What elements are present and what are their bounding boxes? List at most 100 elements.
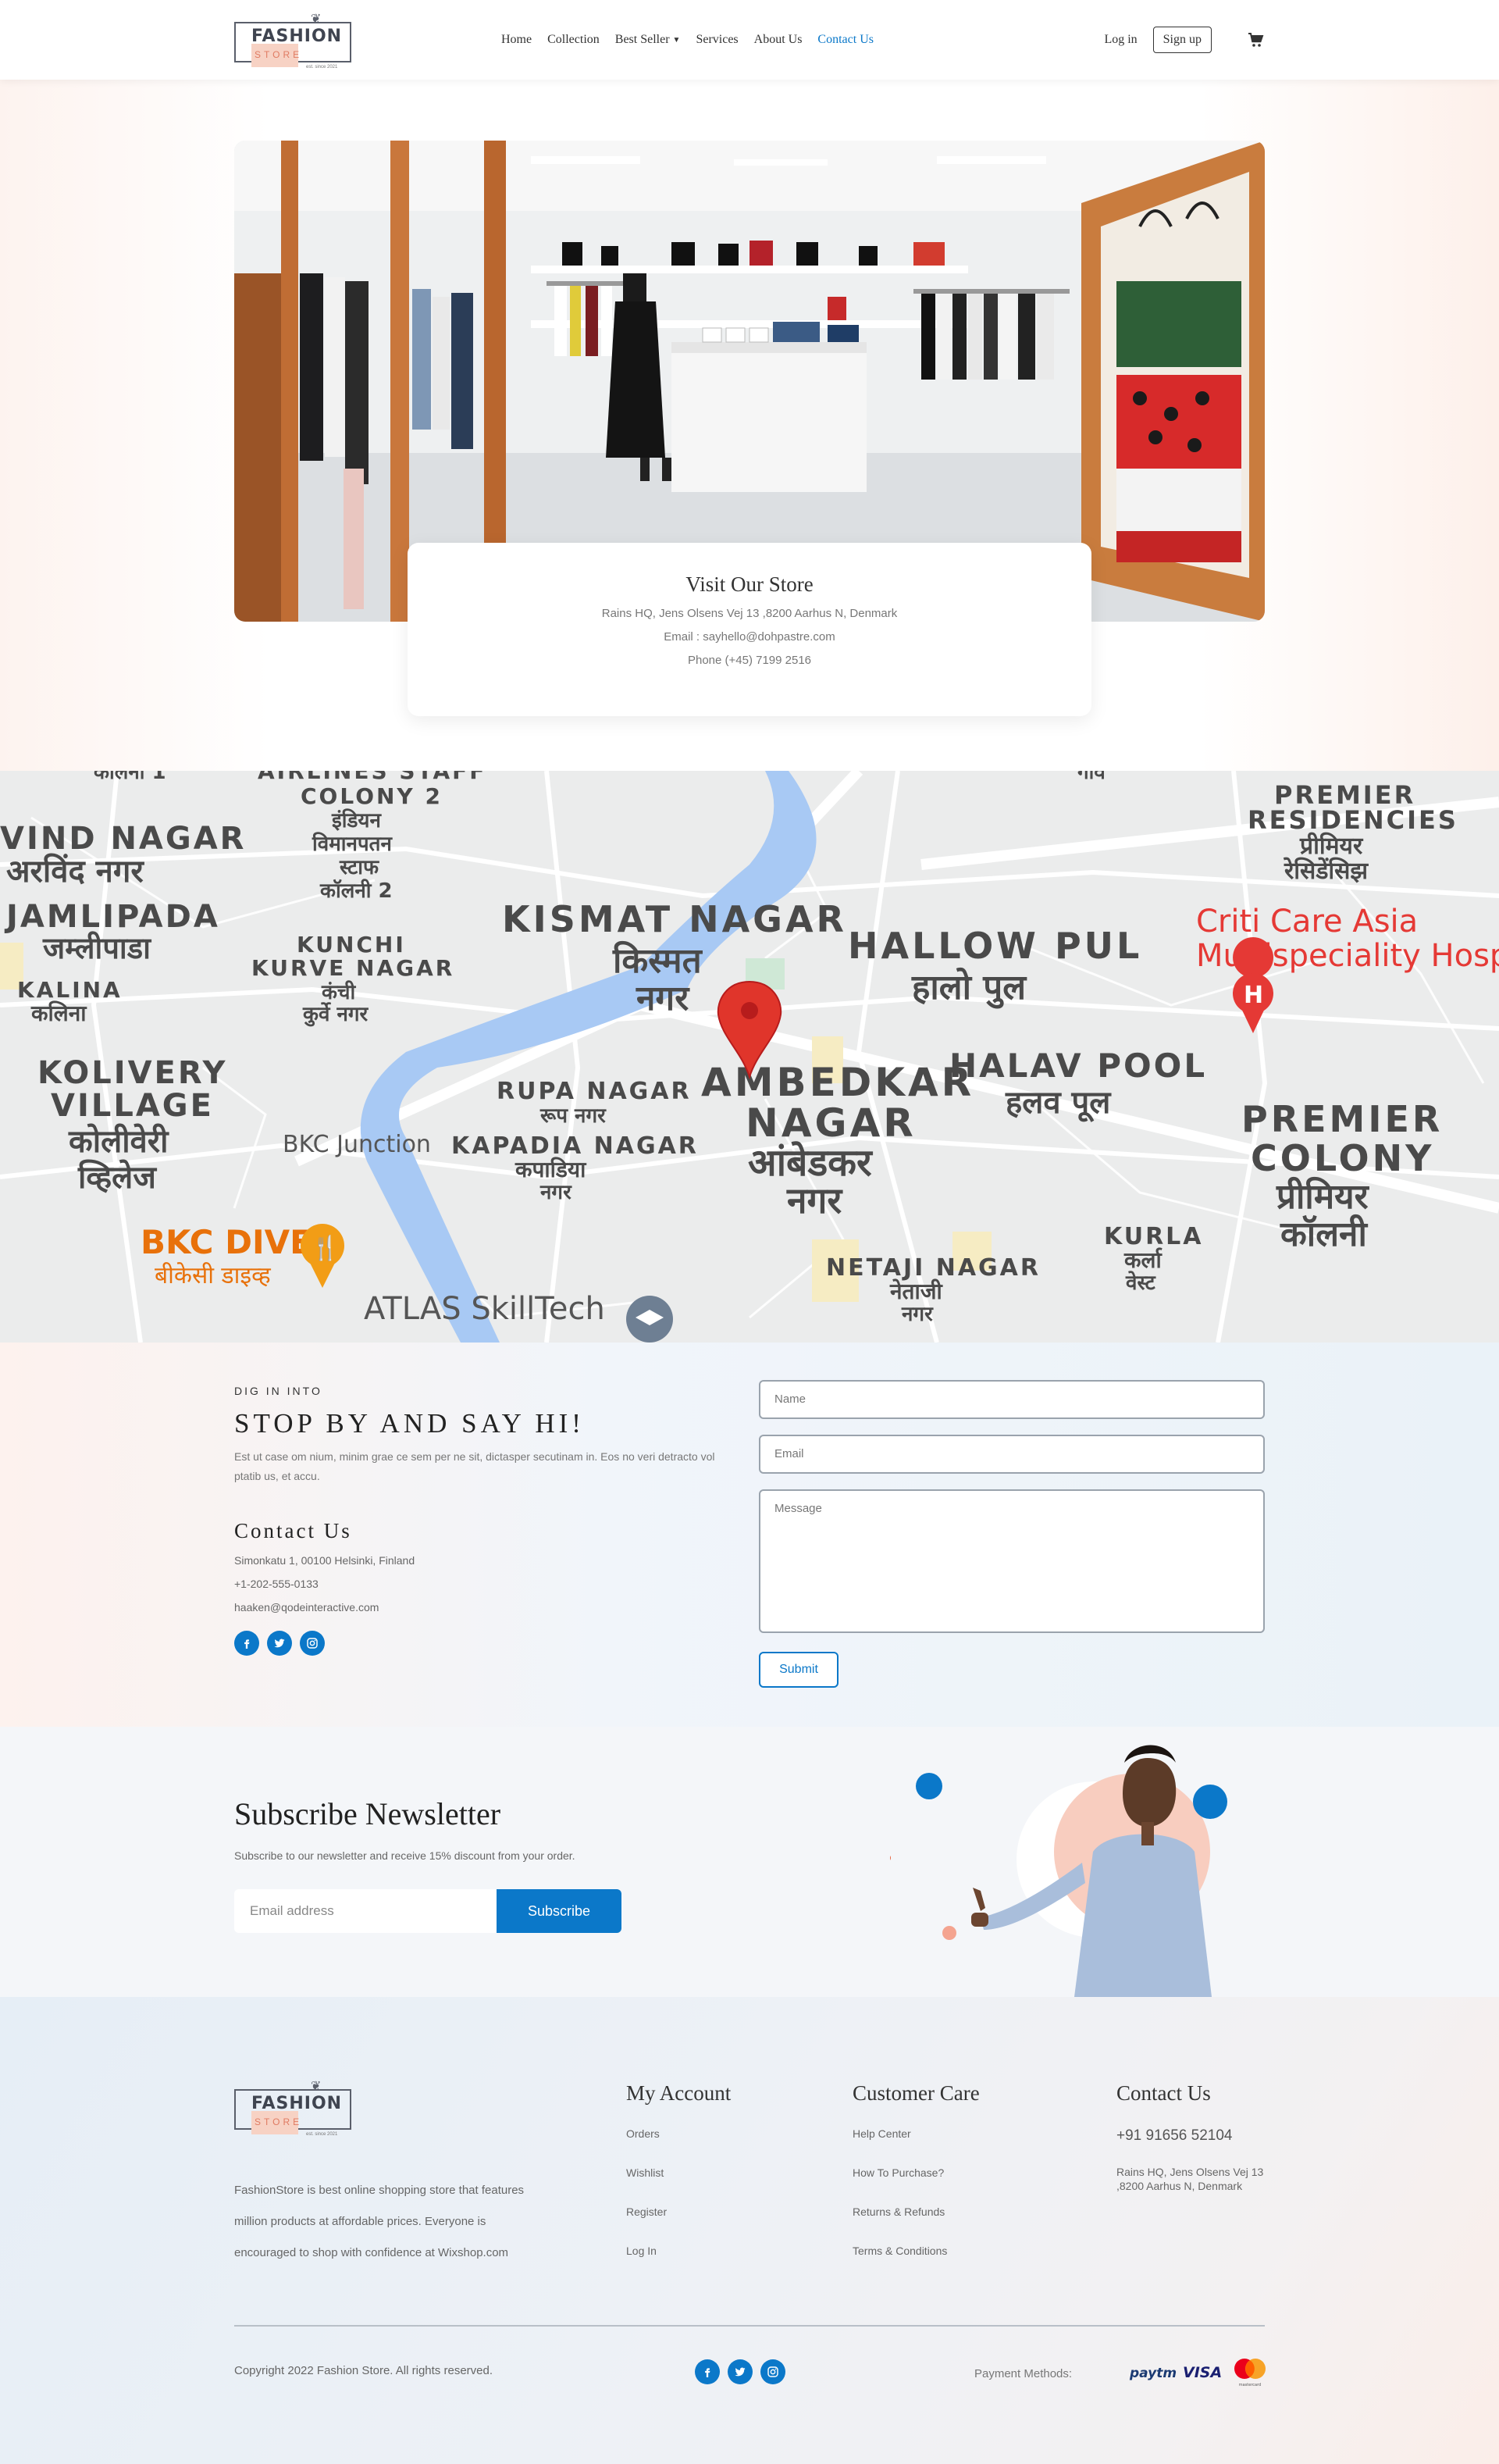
store-phone: Phone (+45) 7199 2516	[687, 654, 812, 667]
map-label-kunchi2: KURVE NAGAR	[251, 955, 454, 981]
footer-link-how-to-purchase[interactable]: How To Purchase?	[853, 2166, 980, 2179]
map-label-kalina-hi: कलिना	[30, 1000, 87, 1026]
map-label-premier-res2: RESIDENCIES	[1248, 805, 1458, 835]
footer-link-login[interactable]: Log In	[626, 2245, 731, 2257]
visit-store-card: Visit Our Store Rains HQ, Jens Olsens Ve…	[408, 543, 1091, 716]
nav-collection[interactable]: Collection	[547, 33, 600, 47]
logo-word: FASHION	[251, 27, 343, 46]
map-label-kalina: KALINA	[17, 977, 123, 1003]
logo-tagline: est. since 2021	[306, 2132, 338, 2137]
twitter-icon[interactable]	[728, 2359, 753, 2384]
school-icon[interactable]	[626, 1296, 673, 1343]
facebook-icon[interactable]	[234, 1631, 259, 1656]
map-label-rupa: RUPA NAGAR	[497, 1078, 692, 1105]
footer-divider	[234, 2325, 1265, 2327]
footer-link-returns[interactable]: Returns & Refunds	[853, 2205, 980, 2218]
footer-logo[interactable]: ❦ FASHION STORE est. since 2021	[234, 2075, 353, 2139]
contact-form: Name Email Message Submit	[759, 1380, 1265, 1688]
visit-store-section: Visit Our Store Rains HQ, Jens Olsens Ve…	[0, 80, 1499, 771]
instagram-icon[interactable]	[760, 2359, 785, 2384]
submit-button[interactable]: Submit	[759, 1652, 839, 1688]
map-label-kismat: KISMAT NAGAR	[502, 898, 847, 940]
map-label-kismat-hi2: नगर	[636, 979, 690, 1018]
newsletter-email-input[interactable]: Email address	[234, 1889, 497, 1933]
contact-heading: Contact Us	[234, 1519, 352, 1542]
nav-about[interactable]: About Us	[754, 33, 803, 47]
nav-home[interactable]: Home	[501, 33, 532, 47]
mastercard-logo: mastercard	[1234, 2359, 1266, 2387]
visa-logo: VISA	[1183, 2364, 1223, 2381]
store-address: Rains HQ, Jens Olsens Vej 13 ,8200 Aarhu…	[601, 607, 898, 620]
signup-button[interactable]: Sign up	[1152, 27, 1212, 53]
newsletter-illustration	[890, 1745, 1227, 1997]
map-label-netaji-hi2: नगर	[901, 1303, 934, 1326]
copyright: Copyright 2022 Fashion Store. All rights…	[234, 2364, 493, 2377]
nav-contact[interactable]: Contact Us	[817, 33, 874, 47]
caret-down-icon: ▼	[672, 35, 681, 45]
map-label-vind-hi: अरविंद नगर	[6, 853, 144, 890]
map-label-halav-hi: हलव पूल	[1005, 1085, 1112, 1122]
footer-contact: Contact Us +91 91656 52104 Rains HQ, Jen…	[1116, 2081, 1273, 2193]
logo-subword: STORE	[255, 49, 303, 60]
logo-tagline: est. since 2021	[306, 65, 338, 70]
footer-link-terms[interactable]: Terms & Conditions	[853, 2245, 980, 2257]
brand-logo[interactable]: ❦ FASHION STORE est. since 2021	[234, 8, 353, 72]
map-label-kurla-hi2: वेस्ट	[1125, 1271, 1156, 1295]
map-label-kapadia-hi1: कपाडिया	[515, 1157, 587, 1182]
contact-phone: +1-202-555-0133	[234, 1578, 319, 1590]
map-label-premier-res-hi2: रेसिडेंसिझ	[1283, 857, 1369, 885]
map-label-jamli: JAMLIPADA	[4, 899, 220, 935]
footer-link-wishlist[interactable]: Wishlist	[626, 2166, 731, 2179]
newsletter-form: Email address Subscribe	[234, 1889, 621, 1933]
login-link[interactable]: Log in	[1104, 33, 1137, 47]
subscribe-button[interactable]: Subscribe	[497, 1889, 621, 1933]
contact-section: DIG IN INTO STOP BY AND SAY HI! Est ut c…	[0, 1343, 1499, 1727]
map-label-premier-res-hi1: प्रीमियर	[1299, 832, 1364, 860]
twitter-icon[interactable]	[267, 1631, 292, 1656]
map-label-kunchi1: KUNCHI	[297, 932, 406, 957]
cart-icon[interactable]	[1246, 30, 1265, 49]
contact-info: DIG IN INTO STOP BY AND SAY HI! Est ut c…	[234, 1385, 718, 1656]
newsletter-title: Subscribe Newsletter	[234, 1796, 501, 1831]
map-label-kolivery-hi2: व्हिलेज	[77, 1159, 157, 1196]
instagram-icon[interactable]	[300, 1631, 325, 1656]
name-field[interactable]: Name	[759, 1380, 1265, 1419]
email-field[interactable]: Email	[759, 1435, 1265, 1474]
main-nav: Home Collection Best Seller ▼ Services Ab…	[501, 33, 889, 47]
message-field[interactable]: Message	[759, 1489, 1265, 1633]
nav-best-seller[interactable]: Best Seller ▼	[615, 33, 681, 47]
nav-services[interactable]: Services	[696, 33, 738, 47]
footer-customer-care-title: Customer Care	[853, 2081, 980, 2105]
contact-description: Est ut case om nium, minim grae ce sem p…	[234, 1450, 715, 1482]
map-label-kapadia-hi2: नगर	[539, 1181, 572, 1204]
map-label-kurla: KURLA	[1104, 1223, 1204, 1250]
map-label-ambedkar-hi2: नगर	[786, 1179, 843, 1221]
header-actions: Log in Sign up	[1104, 27, 1265, 53]
map-label-top-mid: गाव	[1077, 771, 1106, 784]
map-label-bkc-junction: BKC Junction	[283, 1131, 431, 1158]
map-label-ambedkar2: NAGAR	[746, 1100, 917, 1146]
paytm-logo: paytm	[1130, 2366, 1177, 2381]
footer-my-account: My Account Orders Wishlist Register Log …	[626, 2081, 731, 2284]
contact-email[interactable]: haaken@qodeinteractive.com	[234, 1601, 718, 1614]
footer-link-orders[interactable]: Orders	[626, 2127, 731, 2140]
map-label-kolivery1: KOLIVERY	[37, 1055, 227, 1091]
map-label-bkc-dive-hi: बीकेसी डाइव्ह	[155, 1262, 272, 1289]
facebook-icon[interactable]	[695, 2359, 720, 2384]
site-header: ❦ FASHION STORE est. since 2021 Home Col…	[0, 0, 1499, 80]
footer-customer-care: Customer Care Help Center How To Purchas…	[853, 2081, 980, 2284]
map-label-premier-colony-hi1: प्रीमियर	[1276, 1176, 1370, 1217]
map-label-kunchi-hi2: कुर्वे नगर	[302, 1002, 369, 1027]
footer-link-help[interactable]: Help Center	[853, 2127, 980, 2140]
map-label-ambedkar1: AMBEDKAR	[701, 1060, 974, 1105]
payment-label: Payment Methods:	[974, 2367, 1073, 2380]
map-label-premier-colony-hi2: कॉलनी	[1280, 1214, 1368, 1254]
footer-link-register[interactable]: Register	[626, 2205, 731, 2218]
nav-best-seller-label: Best Seller	[614, 33, 670, 46]
footer-about: FashionStore is best online shopping sto…	[234, 2184, 525, 2259]
visit-store-title: Visit Our Store	[685, 572, 814, 596]
map-label-premier-colony1: PREMIER	[1241, 1098, 1443, 1140]
location-map[interactable]: कालना 1 गाव AIRLINES STAFF COLONY 2 इंडि…	[0, 771, 1499, 1343]
map-label-jamli-hi: जम्लीपाडा	[42, 931, 151, 965]
map-label-airlines-hi2: विमानपतन	[312, 832, 393, 856]
